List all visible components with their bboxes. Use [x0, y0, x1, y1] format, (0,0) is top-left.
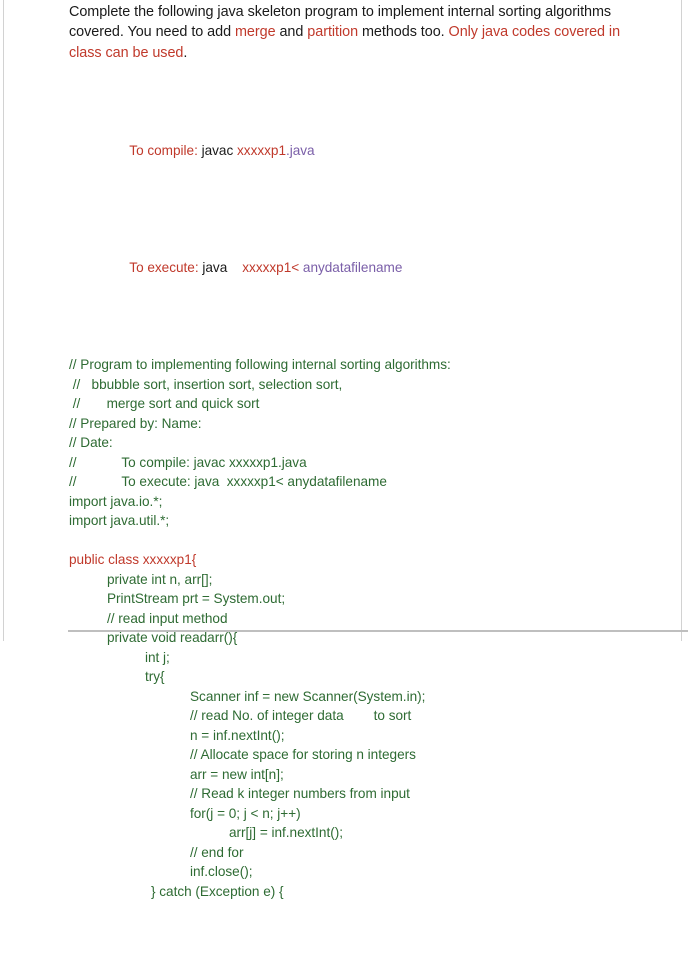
code-line: Scanner inf = new Scanner(System.in); [190, 688, 426, 704]
code-line: import java.io.*; [69, 493, 163, 509]
horizontal-rule [68, 630, 688, 632]
execute-input-arg: anydatafilename [299, 259, 403, 275]
code-line: import java.util.*; [69, 513, 170, 529]
intro-segment-3: partition [307, 24, 359, 41]
code-line: // Allocate space for storing n integers [190, 747, 416, 763]
code-listing: To compile: javac xxxxxp1.java To execut… [0, 63, 700, 960]
intro-segment-4: methods too. [358, 24, 449, 41]
code-line: // end for [190, 844, 244, 860]
code-line: } catch (Exception e) { [151, 883, 284, 899]
code-line: // To execute: java xxxxxp1< anydatafile… [69, 474, 387, 490]
code-line: n = inf.nextInt(); [190, 727, 285, 743]
assignment-intro-paragraph: Complete the following java skeleton pro… [0, 2, 700, 63]
execute-file-name: xxxxxp1< [231, 259, 300, 275]
code-line: // bbubble sort, insertion sort, selecti… [69, 376, 343, 392]
code-line: // Prepared by: Name: [69, 415, 202, 431]
code-line: // read input method [107, 610, 228, 626]
code-line: private int n, arr[]; [107, 571, 213, 587]
code-line: try{ [145, 669, 165, 685]
code-line: for(j = 0; j < n; j++) [190, 805, 301, 821]
code-line: arr[j] = inf.nextInt(); [229, 825, 343, 841]
code-line: // To compile: javac xxxxxp1.java [69, 454, 307, 470]
code-line: // Read k integer numbers from input [190, 786, 410, 802]
intro-segment-6: . [183, 44, 188, 61]
execute-command: java [202, 259, 231, 275]
code-line: // Date: [69, 435, 113, 451]
code-line: // read No. of integer data to sort [190, 708, 412, 724]
compile-command: javac [201, 142, 238, 158]
java-source-lines: // Program to implementing following int… [0, 355, 700, 901]
code-line: PrintStream prt = System.out; [107, 591, 286, 607]
intro-segment-2: and [275, 24, 308, 41]
code-line: // Program to implementing following int… [69, 357, 451, 373]
page-footer-rule-wrapper [0, 630, 700, 632]
compile-file-extension: .java [285, 142, 315, 158]
compile-instruction-line: To compile: javac xxxxxp1.java [0, 121, 700, 180]
execute-label: To execute: [129, 259, 199, 275]
code-line: // merge sort and quick sort [69, 396, 260, 412]
code-line: arr = new int[n]; [190, 766, 284, 782]
execute-instruction-line: To execute: java xxxxxp1< anydatafilenam… [0, 238, 700, 297]
code-line: inf.close(); [190, 864, 253, 880]
intro-segment-1: merge [234, 24, 276, 41]
code-line: public class xxxxxp1{ [69, 552, 197, 568]
compile-file-name: xxxxxp1 [237, 142, 286, 158]
compile-label: To compile: [129, 142, 198, 158]
code-line: int j; [145, 649, 170, 665]
document-page: Complete the following java skeleton pro… [0, 0, 700, 899]
